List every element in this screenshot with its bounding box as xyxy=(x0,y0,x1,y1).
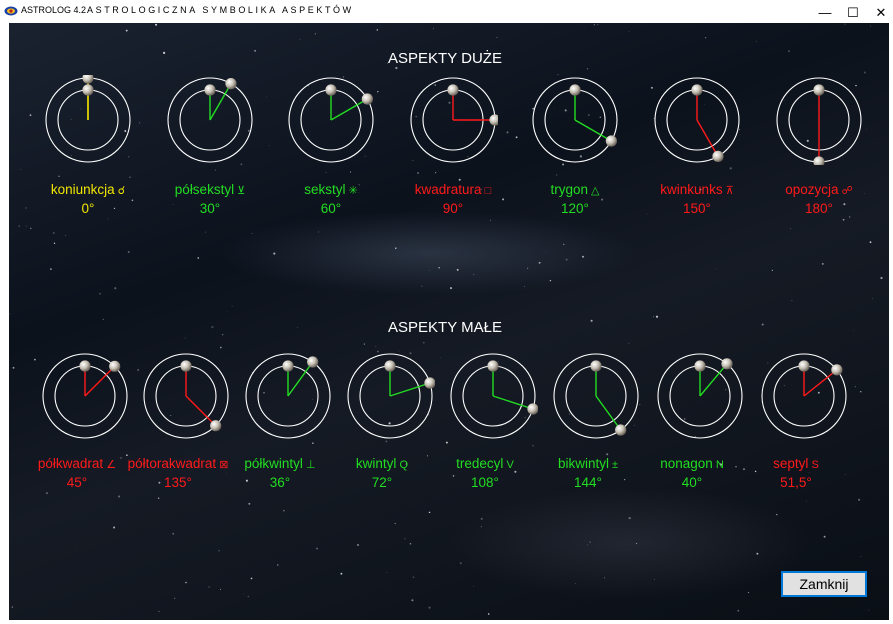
planet-ball-fixed xyxy=(282,360,294,372)
planet-ball-moving xyxy=(82,75,94,84)
aspect-name: koniunkcja xyxy=(50,182,115,197)
window-title: ASTROLOGICZNA SYMBOLIKA ASPEKTÓW xyxy=(87,5,354,15)
title-bar: ASTROLOG 4.2 ASTROLOGICZNA SYMBOLIKA ASP… xyxy=(0,0,893,23)
planet-ball-fixed xyxy=(204,84,216,96)
aspect-symbol-icon: □ xyxy=(481,185,492,197)
planet-ball-fixed xyxy=(487,360,499,372)
app-eye-icon xyxy=(4,6,18,16)
aspect-line-moving xyxy=(595,395,622,431)
aspect-name: półtorakwadrat xyxy=(127,456,217,471)
aspect-name: septyl xyxy=(773,456,809,471)
planet-ball-moving xyxy=(721,358,733,370)
aspect-name: tredecyl xyxy=(456,456,504,471)
aspect-name: opozycja xyxy=(785,182,839,197)
minor-glyph-6 xyxy=(657,353,743,439)
planet-ball-fixed xyxy=(590,360,602,372)
major-aspects-title: ASPEKTY DUŻE xyxy=(388,50,502,67)
aspect-name: bikwintyl xyxy=(557,456,609,471)
planet-ball-moving xyxy=(605,135,617,147)
major-label-6: opozycja ☍ 180° xyxy=(744,181,889,217)
aspect-name: trygon xyxy=(550,182,588,197)
aspect-line-moving xyxy=(330,98,368,121)
major-glyph-3 xyxy=(410,77,498,163)
planet-ball-moving xyxy=(361,93,373,105)
planet-ball-fixed xyxy=(180,360,192,372)
close-window-button[interactable]: ✕ xyxy=(862,0,893,23)
planet-ball-moving xyxy=(210,420,222,432)
aspect-name: półsekstyl xyxy=(174,182,235,197)
aspect-symbol-icon: ⊻ xyxy=(234,185,246,197)
aspect-symbol-icon: ☍ xyxy=(838,185,853,197)
aspect-line-moving xyxy=(574,119,612,142)
planet-ball-moving xyxy=(527,403,538,415)
aspect-symbol-icon: ☌ xyxy=(114,185,126,197)
planet-ball-moving xyxy=(489,114,498,126)
major-glyph-2 xyxy=(288,77,374,163)
aspect-name: sekstyl xyxy=(304,182,346,197)
planet-ball-moving xyxy=(109,360,121,372)
aspect-symbol-icon: ✳ xyxy=(345,185,358,197)
aspect-name: kwadratura xyxy=(414,182,482,197)
minor-aspects-title: ASPEKTY MAŁE xyxy=(388,319,502,336)
planet-ball-fixed xyxy=(798,360,810,372)
planet-ball-moving xyxy=(225,78,237,90)
aspect-symbol-icon: △ xyxy=(588,185,600,197)
aspect-line-moving xyxy=(185,395,217,427)
major-glyph-6 xyxy=(776,77,862,165)
aspect-line-moving xyxy=(389,382,431,397)
major-glyph-1 xyxy=(167,77,253,163)
minor-glyph-1 xyxy=(143,353,229,439)
major-glyph-0 xyxy=(45,75,131,163)
minor-glyph-3 xyxy=(347,353,435,439)
planet-ball-moving xyxy=(424,377,435,389)
planet-ball-moving xyxy=(615,424,627,436)
aspect-symbol-icon: Q xyxy=(396,459,409,471)
planet-ball-fixed xyxy=(82,84,94,96)
aspect-name: kwintyl xyxy=(355,456,397,471)
planet-ball-fixed xyxy=(569,84,581,96)
planet-ball-moving xyxy=(831,364,843,376)
app-name: ASTROLOG 4.2 xyxy=(21,5,87,15)
major-glyph-5 xyxy=(654,77,740,163)
aspect-line-moving xyxy=(492,395,534,410)
planet-ball-moving xyxy=(307,356,319,368)
minor-glyph-5 xyxy=(553,353,639,439)
planet-ball-fixed xyxy=(813,84,825,96)
aspect-panel: ASPEKTY DUŻE ASPEKTY MAŁE Zamknij koniun… xyxy=(9,23,889,620)
major-glyph-4 xyxy=(532,77,618,163)
aspect-line-moving xyxy=(803,369,838,397)
planet-ball-fixed xyxy=(325,84,337,96)
minor-label-7: septyl S 51,5° xyxy=(721,455,871,491)
minor-glyph-4 xyxy=(450,353,538,439)
minor-glyph-2 xyxy=(245,353,331,439)
planet-ball-moving xyxy=(813,156,825,165)
aspect-line-moving xyxy=(696,119,719,157)
aspect-name: nonagon xyxy=(660,456,713,471)
planet-ball-moving xyxy=(712,150,724,162)
aspect-symbol-icon: ⊼ xyxy=(722,185,734,197)
planet-ball-fixed xyxy=(384,360,396,372)
planet-ball-fixed xyxy=(79,360,91,372)
aspect-name: półkwintyl xyxy=(244,456,303,471)
planet-ball-fixed xyxy=(447,84,459,96)
aspect-degrees: 180° xyxy=(805,201,833,216)
minor-glyph-0 xyxy=(42,353,128,439)
aspect-name: kwinkunks xyxy=(660,182,723,197)
minor-glyph-7 xyxy=(761,353,847,439)
aspect-line-moving xyxy=(84,365,116,397)
planet-ball-fixed xyxy=(694,360,706,372)
aspect-symbol-icon: S xyxy=(808,459,819,471)
zamknij-button[interactable]: Zamknij xyxy=(781,571,867,597)
aspect-degrees: 51,5° xyxy=(780,475,812,490)
planet-ball-fixed xyxy=(691,84,703,96)
aspect-name: półkwadrat xyxy=(37,456,104,471)
